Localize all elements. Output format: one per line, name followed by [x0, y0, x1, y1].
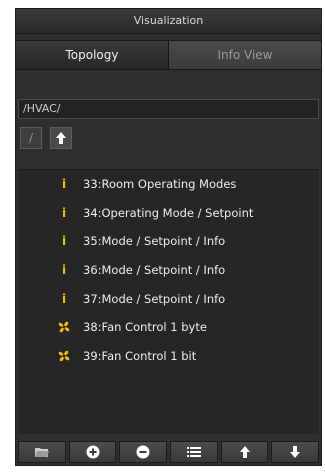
list-item[interactable]: i 35:Mode / Setpoint / Info — [18, 227, 319, 256]
tab-info-view[interactable]: Info View — [169, 41, 321, 69]
remove-button[interactable] — [119, 441, 168, 463]
list-item-label: 34:Operating Mode / Setpoint — [83, 205, 254, 220]
list-item-label: 33:Room Operating Modes — [83, 177, 237, 192]
folder-icon — [34, 448, 49, 457]
info-icon: i — [61, 263, 67, 278]
minus-circle-icon — [136, 445, 150, 459]
list-item[interactable]: i 33:Room Operating Modes — [18, 170, 319, 199]
root-button[interactable]: / — [20, 127, 42, 149]
list-item-label: 39:Fan Control 1 bit — [83, 348, 197, 363]
list-item[interactable]: i 34:Operating Mode / Setpoint — [18, 199, 319, 228]
up-button[interactable] — [50, 127, 72, 149]
object-list: i 33:Room Operating Modes i 34:Operating… — [18, 169, 319, 434]
tab-topology[interactable]: Topology — [16, 41, 169, 69]
list-item-label: 35:Mode / Setpoint / Info — [83, 234, 226, 249]
move-up-button[interactable] — [220, 441, 269, 463]
list-view-button[interactable] — [170, 441, 218, 463]
move-down-button[interactable] — [271, 441, 320, 463]
list-item-label: 37:Mode / Setpoint / Info — [83, 291, 226, 306]
bottom-toolbar — [18, 441, 320, 463]
fan-icon — [53, 349, 75, 363]
arrow-down-icon — [290, 446, 301, 458]
arrow-up-icon — [56, 132, 66, 144]
info-icon: i — [61, 205, 67, 220]
tab-bar: Topology Info View — [16, 40, 321, 70]
open-folder-button[interactable] — [18, 441, 66, 463]
plus-circle-icon — [86, 445, 99, 459]
panel-title: Visualization — [16, 9, 321, 34]
path-field[interactable]: /HVAC/ — [18, 99, 319, 119]
list-item-label: 36:Mode / Setpoint / Info — [83, 263, 226, 278]
list-item[interactable]: i 37:Mode / Setpoint / Info — [18, 284, 319, 313]
visualization-panel: Visualization Topology Info View /HVAC/ … — [15, 8, 322, 466]
list-item-label: 38:Fan Control 1 byte — [83, 320, 207, 335]
info-icon: i — [61, 234, 67, 249]
fan-icon — [53, 320, 75, 334]
info-icon: i — [61, 177, 67, 192]
arrow-up-icon — [239, 446, 250, 458]
info-icon: i — [61, 291, 67, 306]
list-item[interactable]: i 36:Mode / Setpoint / Info — [18, 256, 319, 285]
list-icon — [186, 447, 201, 457]
list-item[interactable]: 38:Fan Control 1 byte — [18, 313, 319, 342]
nav-row: / — [20, 127, 321, 149]
list-item[interactable]: 39:Fan Control 1 bit — [18, 342, 319, 371]
add-button[interactable] — [68, 441, 117, 463]
